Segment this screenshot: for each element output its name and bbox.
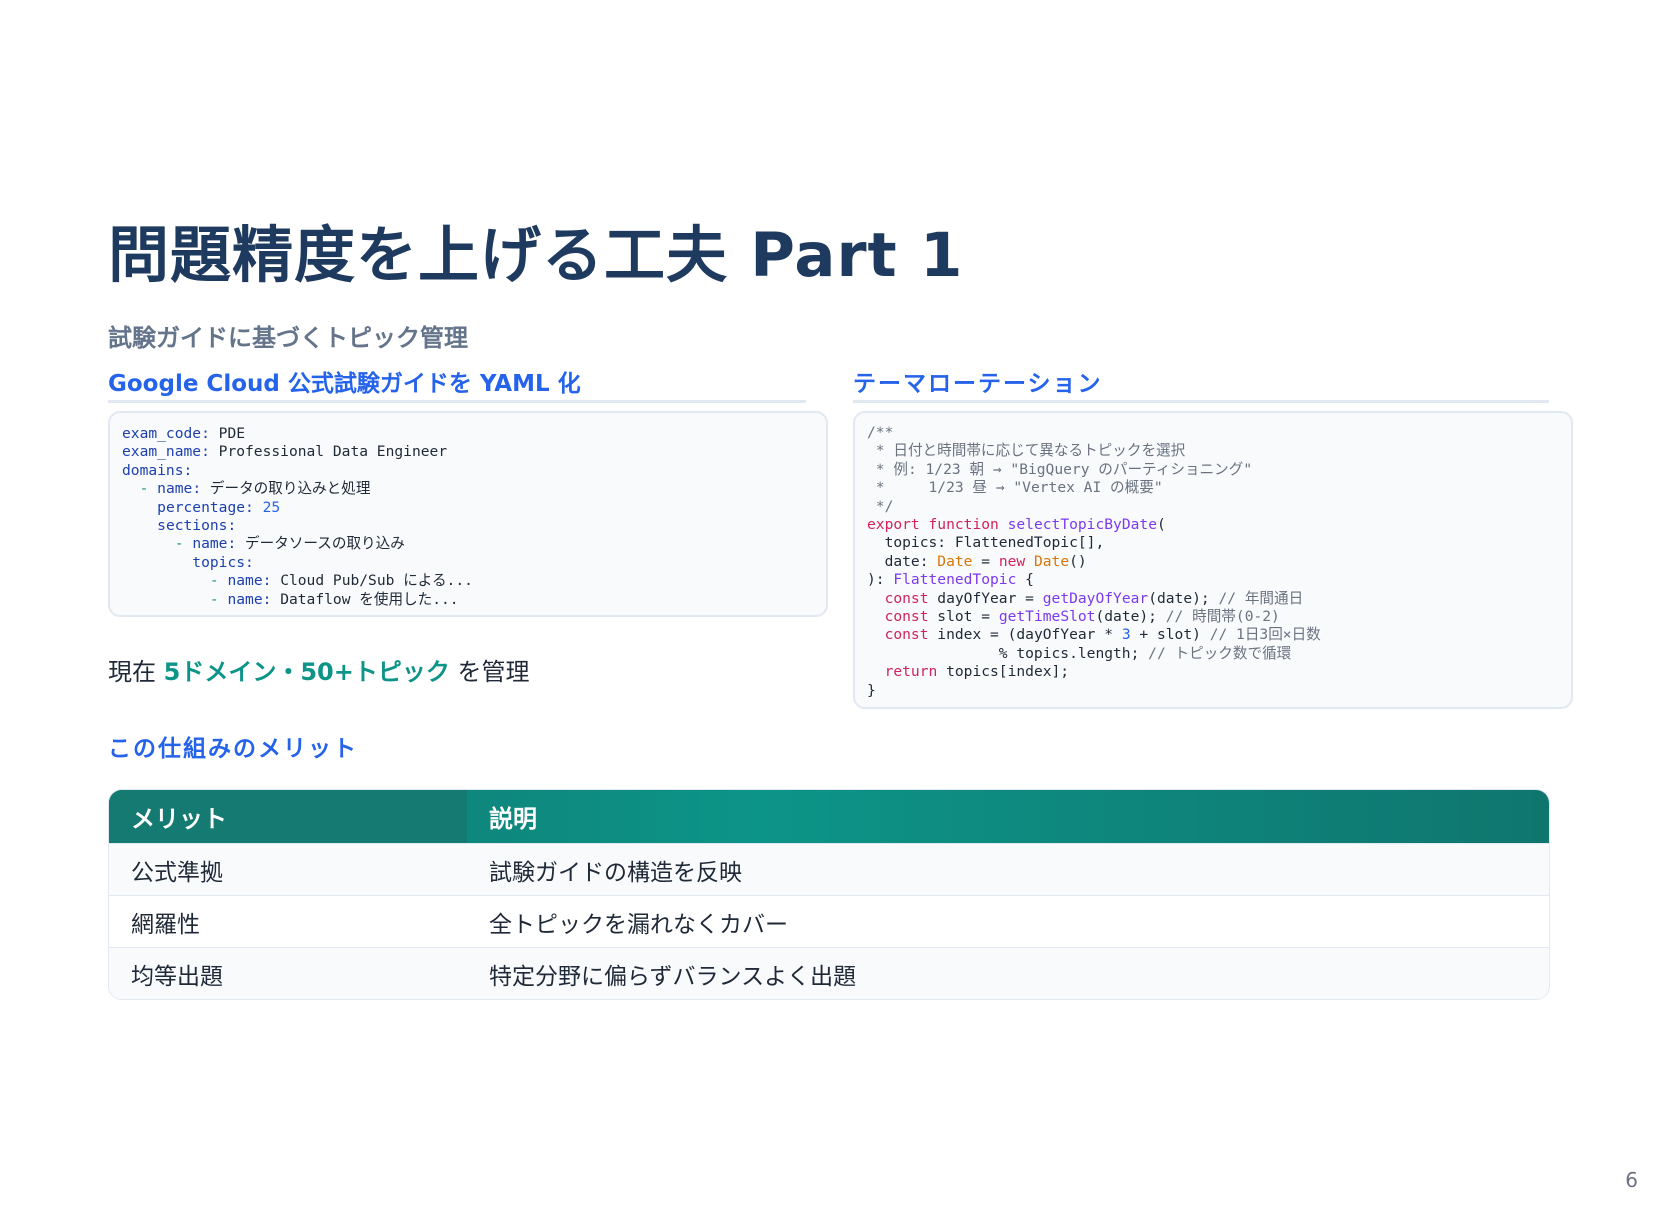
rotation-code-block: /** * 日付と時間帯に応じて異なるトピックを選択 * 例: 1/23 朝 →… bbox=[853, 411, 1573, 709]
rotation-heading-divider bbox=[853, 400, 1549, 403]
topic-count-highlight: 5ドメイン・50+トピック bbox=[163, 658, 450, 686]
slide-subtitle: 試験ガイドに基づくトピック管理 bbox=[108, 324, 468, 352]
merits-heading: この仕組みのメリット bbox=[108, 736, 358, 762]
page-number: 6 bbox=[1625, 1168, 1638, 1192]
merit-cell: 公式準拠 bbox=[131, 859, 223, 886]
table-row: 網羅性 全トピックを漏れなくカバー bbox=[109, 895, 1549, 947]
merits-table: メリット 説明 公式準拠 試験ガイドの構造を反映 網羅性 全トピックを漏れなくカ… bbox=[108, 789, 1550, 1000]
topic-count-summary: 現在 5ドメイン・50+トピック を管理 bbox=[108, 658, 530, 686]
table-row: 公式準拠 試験ガイドの構造を反映 bbox=[109, 843, 1549, 895]
description-cell: 試験ガイドの構造を反映 bbox=[489, 859, 742, 886]
merit-cell: 均等出題 bbox=[131, 963, 223, 990]
merit-cell: 網羅性 bbox=[131, 911, 200, 938]
table-header-description: 説明 bbox=[489, 805, 537, 833]
slide-title: 問題精度を上げる工夫 Part 1 bbox=[108, 220, 964, 291]
description-cell: 特定分野に偏らずバランスよく出題 bbox=[489, 963, 857, 990]
yaml-code-block: exam_code: PDE exam_name: Professional D… bbox=[108, 411, 828, 617]
table-header-row: メリット 説明 bbox=[109, 790, 1549, 843]
description-cell: 全トピックを漏れなくカバー bbox=[489, 911, 788, 938]
table-row: 均等出題 特定分野に偏らずバランスよく出題 bbox=[109, 947, 1549, 999]
table-header-merit: メリット bbox=[109, 790, 467, 843]
yaml-heading-divider bbox=[108, 400, 806, 403]
